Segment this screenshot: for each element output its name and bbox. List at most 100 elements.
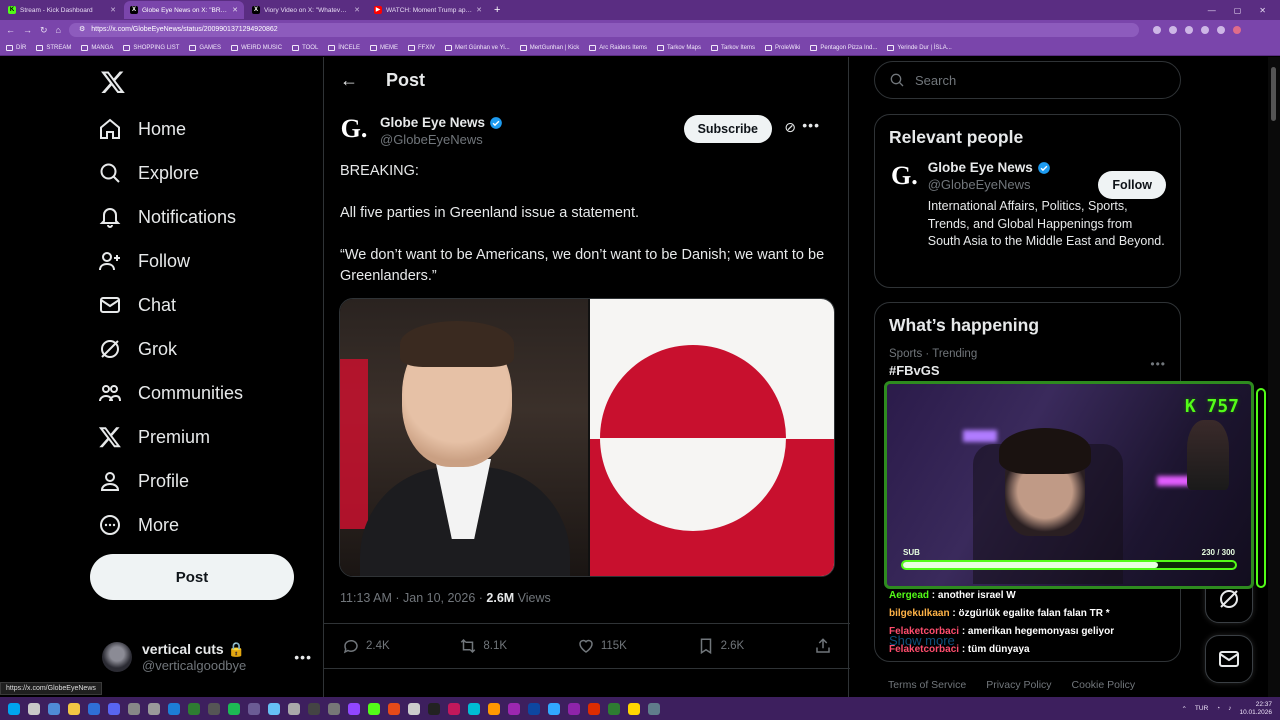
bookmark-item[interactable]: FFXIV [407,44,435,51]
new-tab-button[interactable]: + [494,4,500,16]
politician-photo[interactable] [340,299,588,576]
bookmark-item[interactable]: Mert Günhan ve Yi... [445,44,510,51]
extension-icon[interactable] [1200,26,1209,34]
back-arrow-icon[interactable]: ← [340,70,358,91]
bookmark-item[interactable]: GAMES [189,44,221,51]
xbox-icon[interactable] [188,702,200,715]
bookmark-item[interactable]: SHOPPING LIST [123,44,179,51]
url-field[interactable]: ⚙ https://x.com/GlobeEyeNews/status/20099… [68,23,1139,37]
terms-link[interactable]: Terms of Service [888,679,966,691]
kick-icon[interactable] [368,702,380,715]
app-icon[interactable] [628,702,640,715]
nav-profile[interactable]: Profile [98,461,189,501]
app-icon[interactable] [388,702,400,715]
post-more-icon[interactable]: ••• [802,117,820,133]
app-icon[interactable] [468,702,480,715]
app-icon[interactable] [208,702,220,715]
site-info-icon[interactable]: ⚙ [79,23,85,37]
app-icon[interactable] [488,702,500,715]
browser-tab[interactable]: ▶ WATCH: Moment Trump appears ✕ [368,1,488,19]
app-icon[interactable] [588,702,600,715]
close-tab-icon[interactable]: ✕ [110,6,116,14]
app-icon[interactable] [308,702,320,715]
cookie-link[interactable]: Cookie Policy [1072,679,1136,691]
x-logo-icon[interactable] [100,69,126,95]
extension-icon[interactable] [1184,26,1193,34]
privacy-link[interactable]: Privacy Policy [986,679,1051,691]
twitch-icon[interactable] [348,702,360,715]
bookmark-item[interactable]: DİR [6,44,26,51]
bookmark-item[interactable]: Pentagon Pizza Ind... [810,44,877,51]
close-window-icon[interactable]: ✕ [1259,6,1266,15]
edge-icon[interactable] [168,702,180,715]
volume-icon[interactable]: ♪ [1228,705,1231,712]
app-icon[interactable] [288,702,300,715]
like-button[interactable]: 115K [577,637,627,655]
minimize-icon[interactable]: — [1208,6,1216,15]
app-icon[interactable] [608,702,620,715]
home-browser-icon[interactable]: ⌂ [56,25,61,35]
post-timestamp[interactable]: 11:13 AM · Jan 10, 2026 · [340,591,486,605]
app-icon[interactable] [508,702,520,715]
close-tab-icon[interactable]: ✕ [476,6,482,14]
app-icon[interactable] [428,702,440,715]
page-scrollbar[interactable] [1268,57,1280,697]
repost-button[interactable]: 8.1K [459,637,507,655]
nav-notifications[interactable]: Notifications [98,197,236,237]
maximize-icon[interactable]: ▢ [1234,6,1242,15]
forward-icon[interactable]: → [23,25,32,35]
bookmark-item[interactable]: Yerinde Dur | İSLA... [887,44,952,51]
bookmark-item[interactable]: STREAM [36,44,71,51]
mail-app-icon[interactable] [88,702,100,715]
search-input[interactable]: Search [874,61,1181,99]
file-explorer-icon[interactable] [68,702,80,715]
nav-home[interactable]: Home [98,109,186,149]
app-icon[interactable] [448,702,460,715]
account-switcher[interactable]: vertical cuts 🔒 @verticalgoodbye ••• [102,635,312,679]
app-icon[interactable] [408,702,420,715]
app-icon[interactable] [148,702,160,715]
photoshop-icon[interactable] [548,702,560,715]
bookmark-item[interactable]: MEME [369,44,398,51]
trend-more-icon[interactable]: ••• [1150,357,1166,371]
discord-icon[interactable] [108,702,120,715]
search-taskbar-icon[interactable] [28,702,40,715]
network-icon[interactable]: ◔ [1216,705,1220,712]
start-menu-icon[interactable] [8,702,20,715]
nav-communities[interactable]: Communities [98,373,243,413]
nav-premium[interactable]: Premium [98,417,210,457]
steam-icon[interactable] [268,702,280,715]
share-button[interactable] [814,637,832,655]
nav-chat[interactable]: Chat [98,285,176,325]
bookmark-button[interactable]: 2.6K [697,637,744,655]
task-view-icon[interactable] [48,702,60,715]
greenland-flag-image[interactable] [590,299,834,576]
bookmark-item[interactable]: MANGA [81,44,113,51]
app-icon[interactable] [128,702,140,715]
grok-icon[interactable]: ⊘ [784,119,796,136]
bookmark-item[interactable]: Tarkov Items [711,44,755,51]
extension-icon[interactable] [1216,26,1225,34]
trend-name[interactable]: #FBvGS [875,363,1180,378]
app-icon[interactable] [528,702,540,715]
browser-tab-active[interactable]: X Globe Eye News on X: "BREAKING:✕ [124,1,244,19]
extension-icon[interactable] [1152,26,1161,34]
close-tab-icon[interactable]: ✕ [232,6,238,14]
bookmark-item[interactable]: Arc Raiders Items [589,44,647,51]
app-icon[interactable] [248,702,260,715]
author-name[interactable]: Globe Eye News [380,115,503,130]
bookmark-item[interactable]: ProleWiki [765,44,800,51]
globe-eye-avatar[interactable]: G. [891,161,918,190]
scrollbar-thumb[interactable] [1271,67,1276,121]
premiere-icon[interactable] [568,702,580,715]
nav-more[interactable]: More [98,505,179,545]
browser-tab[interactable]: X Viory Video on X: "Whatever you ✕ [246,1,366,19]
clock[interactable]: 22:37 10.01.2026 [1239,701,1272,717]
bookmark-item[interactable]: İNCELE [328,44,360,51]
app-icon[interactable] [648,702,660,715]
reload-icon[interactable]: ↻ [40,25,48,36]
spotify-icon[interactable] [228,702,240,715]
post-button[interactable]: Post [90,554,294,600]
extension-icon[interactable] [1168,26,1177,34]
app-icon[interactable] [328,702,340,715]
